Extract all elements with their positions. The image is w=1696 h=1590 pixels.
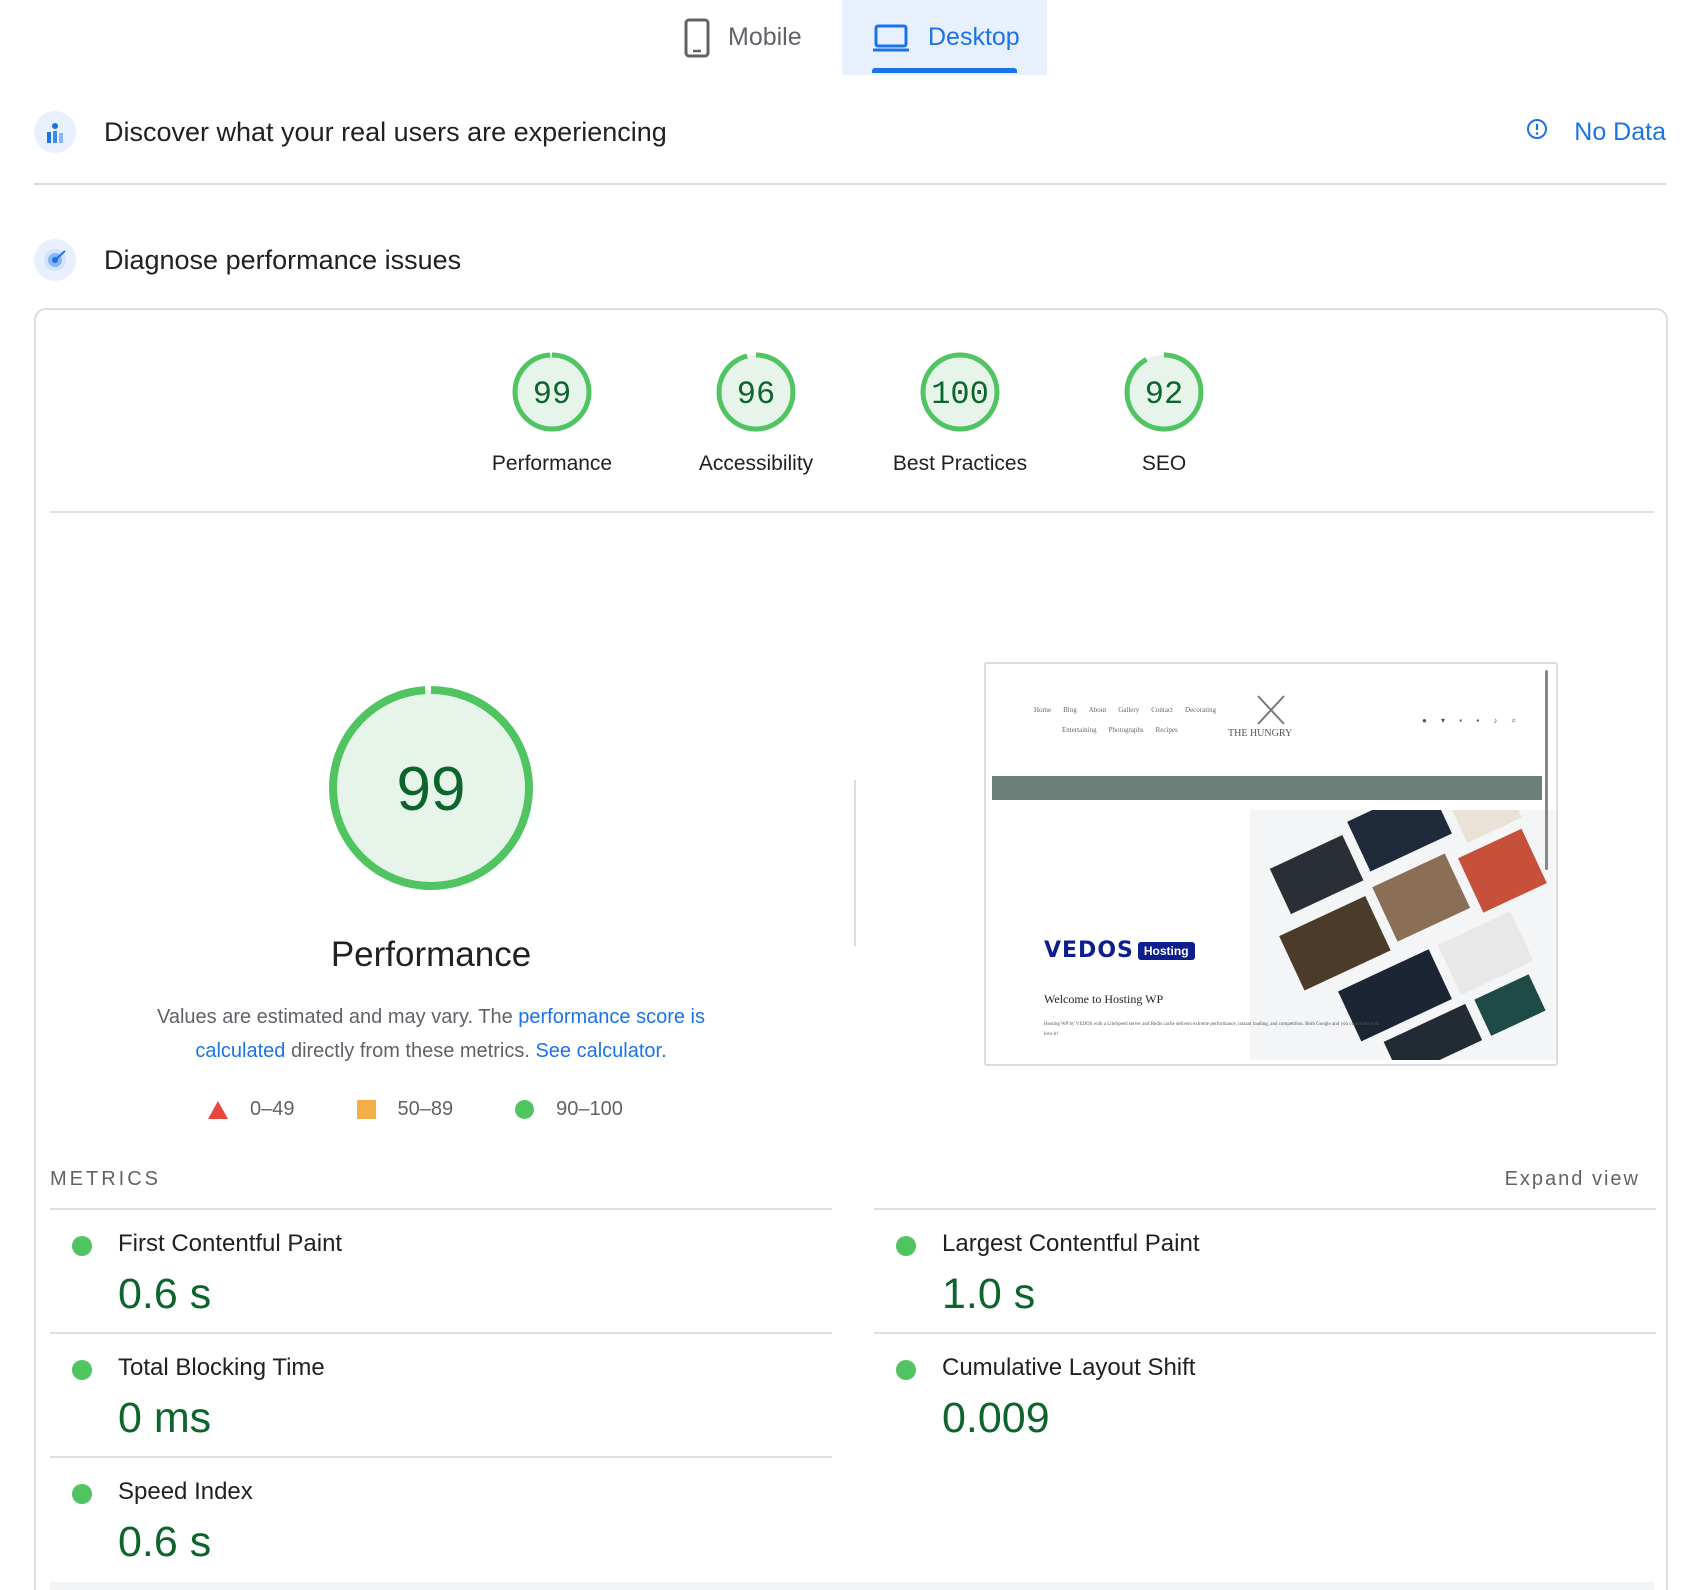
category-gauges: 99 Performance 96 Accessibility 100 Best… xyxy=(36,350,1666,490)
gauge-accessibility[interactable]: 96 Accessibility xyxy=(666,350,846,476)
thumb-hero-band xyxy=(992,776,1542,800)
final-screenshot: Home Blog About Gallery Contact Decorating En… xyxy=(984,662,1558,1066)
fork-knife-logo-icon xyxy=(1257,695,1285,725)
score-legend: 0–49 50–89 90–100 xyxy=(208,1098,685,1121)
users-chart-icon xyxy=(34,111,76,153)
device-tabs: Mobile Desktop xyxy=(0,0,1696,75)
legend-fail: 0–49 xyxy=(208,1098,295,1121)
card-bottom-strip xyxy=(50,1582,1654,1590)
vertical-divider xyxy=(854,780,856,946)
circle-icon xyxy=(515,1100,535,1119)
metric-tbt: Total Blocking Time 0 ms xyxy=(50,1332,832,1456)
main-gauge-score: 99 xyxy=(397,755,466,824)
metric-cls: Cumulative Layout Shift 0.009 xyxy=(874,1332,1656,1456)
thumb-nav-row2: Entertaining Photographs Recipes xyxy=(1062,726,1178,734)
thumb-welcome: Welcome to Hosting WP xyxy=(1044,992,1164,1006)
crux-section-header: Discover what your real users are experi… xyxy=(34,110,1666,154)
legend-range: 90–100 xyxy=(556,1098,623,1120)
thumb-body-text: Hosting WP by VEDOS with a LiteSpeed ser… xyxy=(1044,1022,1379,1037)
thumb-logo-text: THE HUNGRY xyxy=(1228,728,1293,739)
thumb-scrollbar xyxy=(1545,670,1548,870)
gauge-best-practices[interactable]: 100 Best Practices xyxy=(870,350,1050,476)
metric-name: Speed Index xyxy=(118,1478,253,1505)
metric-value: 0.6 s xyxy=(118,1270,212,1318)
diagnose-title: Diagnose performance issues xyxy=(104,244,462,275)
social-icons: ● ▾ ▪ ▪ ♪ ⌕ xyxy=(1422,716,1523,725)
phone-icon xyxy=(684,18,710,58)
thumb-brand-name: VEDOS xyxy=(1044,938,1134,963)
metrics-header: METRICS Expand view xyxy=(50,1168,1654,1191)
thumb-nav-row1: Home Blog About Gallery Contact Decorating xyxy=(1034,706,1217,714)
gauge-label: SEO xyxy=(1141,452,1187,475)
metric-name: First Contentful Paint xyxy=(118,1230,343,1257)
triangle-icon xyxy=(208,1100,228,1119)
gauge-score: 92 xyxy=(1145,376,1183,413)
diagnose-section-header: Diagnose performance issues xyxy=(34,238,1666,282)
no-data-link[interactable]: No Data xyxy=(1526,118,1666,147)
metric-name: Largest Contentful Paint xyxy=(942,1230,1200,1257)
gauge-score: 96 xyxy=(737,376,775,413)
pass-circle-icon xyxy=(896,1236,916,1256)
gauge-ring: 99 xyxy=(512,352,592,432)
metric-speed-index: Speed Index 0.6 s xyxy=(50,1456,832,1580)
pass-circle-icon xyxy=(72,1236,92,1256)
section-divider xyxy=(34,183,1666,185)
tab-mobile[interactable]: Mobile xyxy=(684,0,849,75)
legend-range: 50–89 xyxy=(397,1098,454,1120)
note-text-1: Values are estimated and may vary. The xyxy=(156,1006,519,1028)
gauge-score: 100 xyxy=(931,376,989,413)
metric-lcp: Largest Contentful Paint 1.0 s xyxy=(874,1208,1656,1332)
legend-pass: 90–100 xyxy=(515,1098,623,1121)
gauge-label: Performance xyxy=(491,452,613,475)
see-calculator-link[interactable]: See calculator. xyxy=(535,1040,666,1062)
performance-title: Performance xyxy=(330,935,532,974)
metric-value: 0 ms xyxy=(118,1394,212,1442)
thumb-brand: VEDOS Hosting xyxy=(1044,938,1195,963)
pass-circle-icon xyxy=(72,1484,92,1504)
legend-range: 0–49 xyxy=(250,1098,295,1120)
gauge-ring: 96 xyxy=(716,352,796,432)
metrics-title: METRICS xyxy=(50,1168,161,1190)
metric-name: Cumulative Layout Shift xyxy=(942,1354,1196,1381)
legend-average: 50–89 xyxy=(356,1098,454,1121)
info-icon xyxy=(1526,118,1548,147)
metric-value: 0.6 s xyxy=(118,1518,212,1566)
gauge-ring: 100 xyxy=(920,352,1000,432)
tab-desktop-label: Desktop xyxy=(928,23,1020,51)
report-card: 99 Performance 96 Accessibility 100 Best… xyxy=(34,308,1668,1590)
metric-value: 0.009 xyxy=(942,1394,1050,1442)
metric-value: 1.0 s xyxy=(942,1270,1036,1318)
metric-name: Total Blocking Time xyxy=(118,1354,325,1381)
active-tab-indicator xyxy=(872,68,1017,73)
gauge-ring: 92 xyxy=(1124,352,1204,432)
tab-mobile-label: Mobile xyxy=(728,23,802,51)
expand-view-button[interactable]: Expand view xyxy=(1505,1168,1640,1191)
target-icon xyxy=(34,239,76,281)
square-icon xyxy=(356,1100,376,1119)
no-data-label: No Data xyxy=(1574,117,1666,146)
metric-fcp: First Contentful Paint 0.6 s xyxy=(50,1208,832,1332)
gauges-divider xyxy=(50,511,1654,513)
main-gauge-ring: 99 xyxy=(329,686,533,890)
pass-circle-icon xyxy=(72,1360,92,1380)
gauge-label: Accessibility xyxy=(698,452,814,475)
score-note: Values are estimated and may vary. The p… xyxy=(116,1000,746,1068)
gauge-score: 99 xyxy=(533,376,571,413)
tab-desktop[interactable]: Desktop xyxy=(842,0,1047,75)
gauge-label: Best Practices xyxy=(892,452,1028,475)
performance-main-gauge: 99 xyxy=(328,685,534,896)
gauge-seo[interactable]: 92 SEO xyxy=(1074,350,1254,476)
pass-circle-icon xyxy=(896,1360,916,1380)
note-text-2: directly from these metrics. xyxy=(285,1040,536,1062)
gauge-performance[interactable]: 99 Performance xyxy=(462,350,642,476)
crux-title: Discover what your real users are experi… xyxy=(104,116,667,147)
laptop-icon xyxy=(872,23,910,53)
thumb-brand-tag: Hosting xyxy=(1137,941,1195,960)
